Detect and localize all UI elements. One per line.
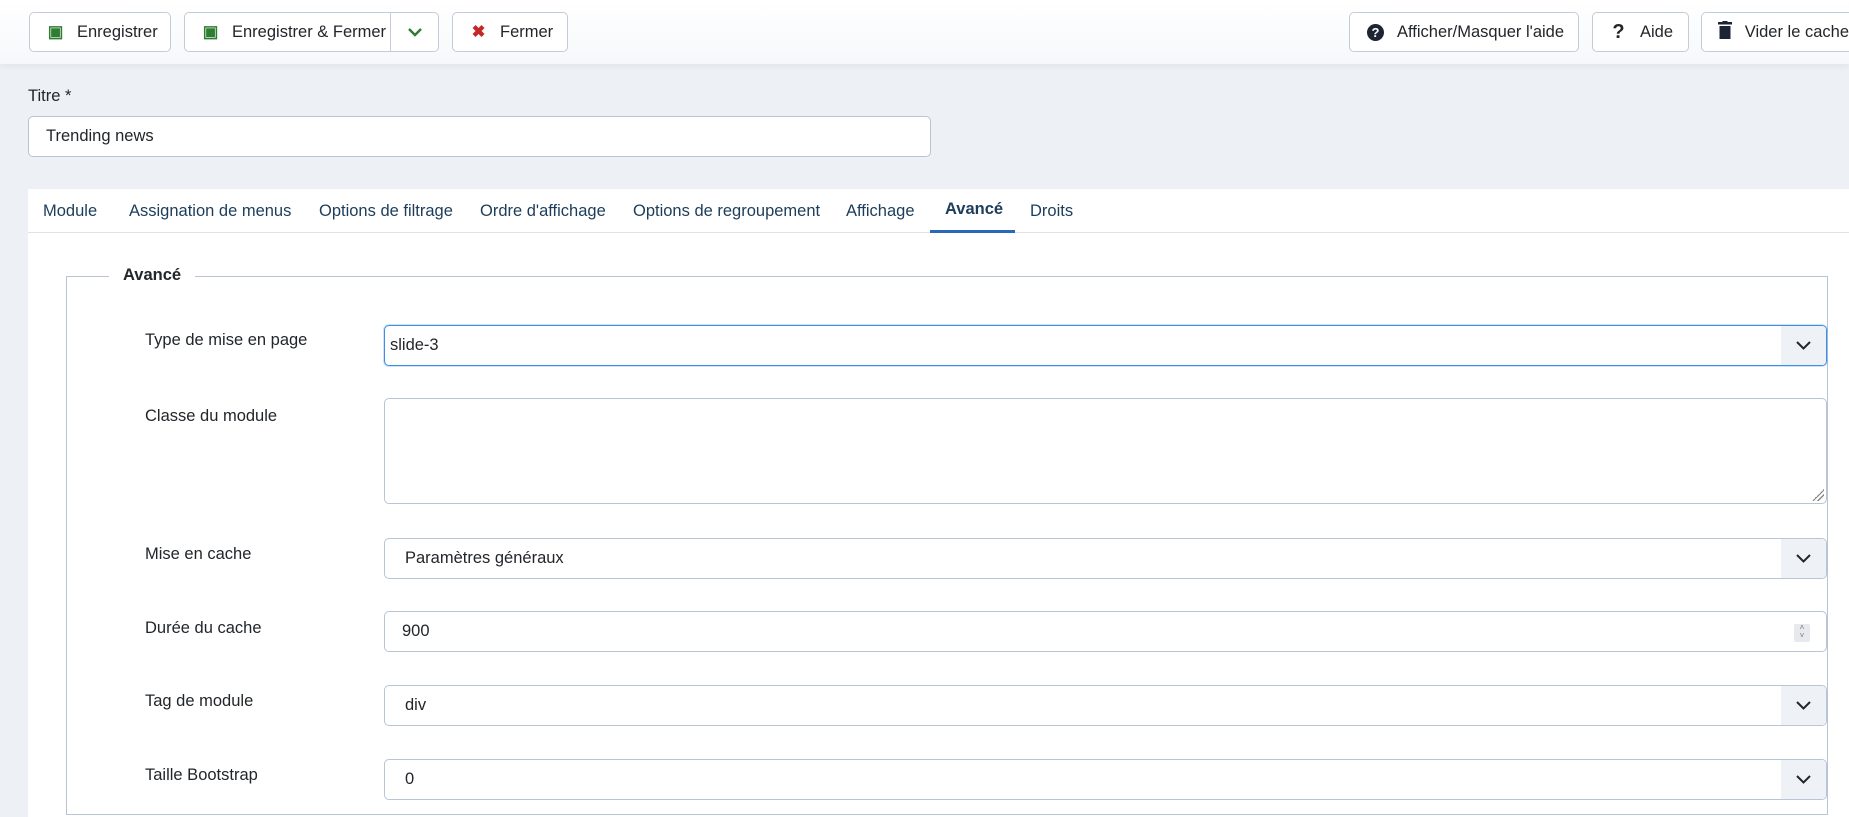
toggle-help-label: Afficher/Masquer l'aide [1397,22,1565,41]
chevron-down-icon [407,27,422,37]
cache-time-input[interactable]: 900 ˄ ˅ [384,611,1827,652]
help-button[interactable]: ? Aide [1592,12,1689,52]
clear-cache-button[interactable]: Vider le cache [1701,12,1849,52]
tab-panel: Module Assignation de menus Options de f… [28,189,1849,817]
module-class-label: Classe du module [145,407,278,425]
module-tag-select[interactable]: div [384,685,1827,726]
caching-select[interactable]: Paramètres généraux [384,538,1827,579]
module-class-textarea[interactable] [384,398,1827,504]
clear-cache-label: Vider le cache [1744,22,1849,41]
tab-permissions[interactable]: Droits [1015,189,1088,233]
save-options-dropdown[interactable] [390,13,438,51]
layout-select[interactable]: slide-3 [384,325,1827,366]
bootstrap-size-select[interactable]: 0 [384,759,1827,800]
bootstrap-size-value: 0 [405,770,415,788]
save-icon: ▣ [47,23,64,41]
tab-filter-options[interactable]: Options de filtrage [304,189,468,233]
fieldset-legend: Avancé [109,266,196,285]
save-icon: ▣ [202,23,219,41]
resize-handle-icon[interactable] [1812,489,1824,501]
question-circle-icon: ? [1366,23,1385,42]
tab-display-order[interactable]: Ordre d'affichage [465,189,621,233]
module-tag-label: Tag de module [145,692,254,710]
question-icon: ? [1612,20,1625,43]
chevron-down-icon [1781,539,1826,578]
bootstrap-size-label: Taille Bootstrap [145,766,258,784]
save-close-button[interactable]: ▣ Enregistrer & Fermer [184,12,439,52]
page: ▣ Enregistrer ▣ Enregistrer & Fermer ✖ F… [0,0,1849,817]
toolbar: ▣ Enregistrer ▣ Enregistrer & Fermer ✖ F… [0,0,1849,64]
tab-advanced[interactable]: Avancé [930,189,1015,233]
chevron-down-icon [1781,760,1826,799]
trash-icon [1718,20,1733,44]
cache-time-value: 900 [402,622,430,640]
close-icon: ✖ [471,23,486,41]
toggle-help-button[interactable]: ? Afficher/Masquer l'aide [1349,12,1579,52]
tab-module[interactable]: Module [28,189,112,233]
tab-display[interactable]: Affichage [831,189,930,233]
advanced-fieldset: Avancé Type de mise en page slide-3 Clas… [66,266,1828,815]
caching-label: Mise en cache [145,545,252,563]
cache-time-label: Durée du cache [145,619,262,637]
close-button[interactable]: ✖ Fermer [452,12,568,52]
module-tag-value: div [405,696,427,714]
chevron-down-icon [1781,686,1826,725]
number-spinner-icon[interactable]: ˄ ˅ [1794,624,1810,642]
layout-label: Type de mise en page [145,331,308,349]
save-button[interactable]: ▣ Enregistrer [29,12,171,52]
title-label: Titre * [28,87,72,105]
layout-value: slide-3 [390,336,439,354]
tab-bar: Module Assignation de menus Options de f… [28,189,1849,233]
save-close-label: Enregistrer & Fermer [232,22,387,41]
save-label: Enregistrer [77,22,158,41]
tab-menu-assignment[interactable]: Assignation de menus [114,189,306,233]
title-input[interactable]: Trending news [28,116,931,157]
help-label: Aide [1640,22,1674,41]
chevron-down-icon [1781,326,1826,365]
caching-value: Paramètres généraux [405,549,564,567]
close-label: Fermer [500,22,554,41]
tab-grouping-options[interactable]: Options de regroupement [618,189,835,233]
